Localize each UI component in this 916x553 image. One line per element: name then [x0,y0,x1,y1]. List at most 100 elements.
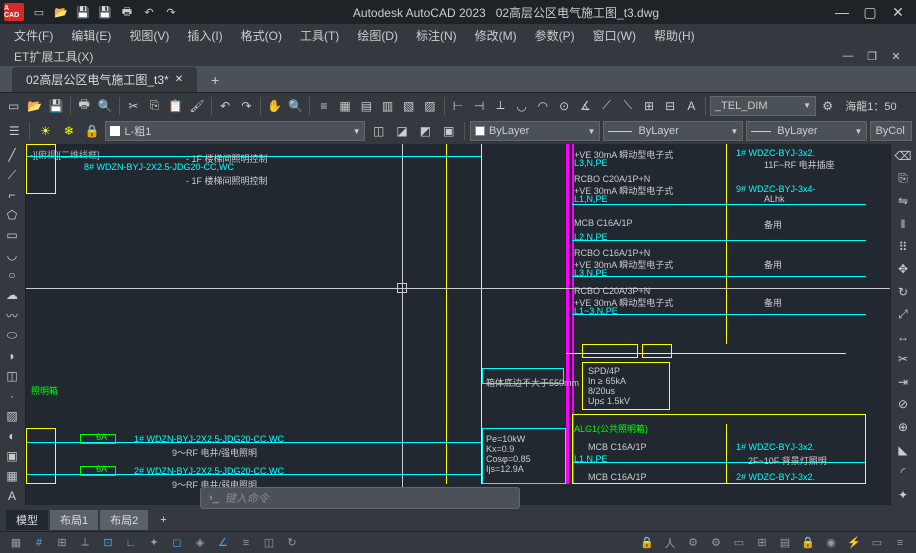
infer-icon[interactable]: ⟂ [75,534,95,552]
menu-window[interactable]: 窗口(W) [585,25,644,46]
layer-b-icon[interactable]: ◪ [392,120,412,142]
lweight-icon[interactable]: ≡ [236,534,256,552]
array-icon[interactable]: ⠿ [891,236,915,257]
maximize-button[interactable]: ▢ [860,2,880,22]
layer-lock-icon[interactable]: 🔒 [82,120,102,142]
menu-edit[interactable]: 编辑(E) [63,25,119,46]
lineweight-combo[interactable]: ByLayer▼ [746,121,867,141]
linetype-combo[interactable]: ByLayer▼ [603,121,743,141]
plot-icon[interactable]: 🖶 [75,95,94,117]
offset-icon[interactable]: ‖ [891,214,915,235]
ortho-icon[interactable]: ∟ [121,534,141,552]
document-tab[interactable]: 02高层公区电气施工图_t3*✕ [12,67,197,92]
stretch-icon[interactable]: ↔ [891,327,915,348]
new-icon[interactable]: ▭ [30,3,48,21]
redo-icon[interactable]: ↷ [162,3,180,21]
erase-icon[interactable]: ⌫ [891,146,915,167]
doc-restore-button[interactable]: ❐ [862,46,882,66]
copy2-icon[interactable]: ⎘ [891,169,915,190]
cut-icon[interactable]: ✂ [124,95,143,117]
preview-icon[interactable]: 🔍 [96,95,115,117]
custom-icon[interactable]: ≡ [890,534,910,552]
anno-auto-icon[interactable]: ⚙ [683,534,703,552]
otrack-icon[interactable]: ∠ [213,534,233,552]
dim3-icon[interactable]: ⟂ [491,95,510,117]
zoom-icon[interactable]: 🔍 [286,95,305,117]
xline-icon[interactable]: ⟋ [0,166,24,184]
save-file-icon[interactable]: 💾 [46,95,65,117]
grid-icon[interactable]: # [29,534,49,552]
join-icon[interactable]: ⊕ [891,417,915,438]
tab-layout1[interactable]: 布局1 [50,510,98,530]
print-icon[interactable]: 🖶 [118,3,136,21]
save-icon[interactable]: 💾 [74,3,92,21]
open-file-icon[interactable]: 📂 [25,95,44,117]
explode-icon[interactable]: ✦ [891,484,915,505]
quickprop-icon[interactable]: ▤ [775,534,795,552]
designcenter-icon[interactable]: ▦ [335,95,354,117]
anno-scale-icon[interactable]: 🔒 [637,534,657,552]
layer-freeze-icon[interactable]: ❄ [59,120,79,142]
monitor-icon[interactable]: ▭ [729,534,749,552]
calc-icon[interactable]: ▨ [420,95,439,117]
dim8-icon[interactable]: ⟋ [597,95,616,117]
menu-file[interactable]: 文件(F) [6,25,61,46]
doc-close-button[interactable]: ✕ [886,46,906,66]
tab-close-icon[interactable]: ✕ [175,74,183,85]
revcloud-icon[interactable]: ☁ [0,286,24,304]
dim7-icon[interactable]: ∡ [576,95,595,117]
dimstyle-combo[interactable]: _TEL_DIM▼ [710,96,816,116]
dim5-icon[interactable]: ◠ [533,95,552,117]
saveas-icon[interactable]: 💾 [96,3,114,21]
cycle-icon[interactable]: ↻ [282,534,302,552]
pan-icon[interactable]: ✋ [265,95,284,117]
menu-parametric[interactable]: 参数(P) [527,25,583,46]
color-combo[interactable]: ByLayer▼ [470,121,601,141]
anno-vis-icon[interactable]: 人 [660,534,680,552]
spline-icon[interactable]: 〰 [0,307,24,325]
pline-icon[interactable]: ⌐ [0,186,24,204]
dim12-icon[interactable]: A [682,95,701,117]
markup-icon[interactable]: ▧ [399,95,418,117]
layer-manager-icon[interactable]: ☰ [4,120,24,142]
copy-icon[interactable]: ⎘ [145,95,164,117]
hardware-icon[interactable]: ⚡ [844,534,864,552]
properties-icon[interactable]: ≡ [314,95,333,117]
plotstyle-combo[interactable]: ByCol [870,121,912,141]
menu-modify[interactable]: 修改(M) [467,25,525,46]
dim1-icon[interactable]: ⊢ [448,95,467,117]
layer-off-icon[interactable]: ☀ [35,120,55,142]
layer-combo[interactable]: L-粗1▼ [105,121,365,141]
ellipse-icon[interactable]: ⬭ [0,327,24,345]
transparency-icon[interactable]: ◫ [259,534,279,552]
trim-icon[interactable]: ✂ [891,349,915,370]
arc-icon[interactable]: ◡ [0,246,24,264]
layer-a-icon[interactable]: ◫ [368,120,388,142]
layer-d-icon[interactable]: ▣ [439,120,459,142]
polar-icon[interactable]: ✦ [144,534,164,552]
dim11-icon[interactable]: ⊟ [661,95,680,117]
toolpalette-icon[interactable]: ▤ [357,95,376,117]
rotate-icon[interactable]: ↻ [891,281,915,302]
dim2-icon[interactable]: ⊣ [470,95,489,117]
menu-tools[interactable]: 工具(T) [292,25,347,46]
text-icon[interactable]: A [0,487,24,505]
mirror-icon[interactable]: ⇋ [891,191,915,212]
dynamic-input-icon[interactable]: ⊡ [98,534,118,552]
layer-c-icon[interactable]: ◩ [415,120,435,142]
open-icon[interactable]: 📂 [52,3,70,21]
line-icon[interactable]: ╱ [0,146,24,164]
menu-view[interactable]: 视图(V) [121,25,177,46]
command-line[interactable]: ›_键入命令 [200,487,520,509]
menu-help[interactable]: 帮助(H) [646,25,703,46]
add-layout-button[interactable]: + [150,512,176,528]
move-icon[interactable]: ✥ [891,259,915,280]
dim9-icon[interactable]: ⟍ [618,95,637,117]
polygon-icon[interactable]: ⬠ [0,206,24,224]
doc-minimize-button[interactable]: — [838,46,858,66]
dimsty-icon[interactable]: ⚙ [818,95,837,117]
isolate-icon[interactable]: ◉ [821,534,841,552]
chamfer-icon[interactable]: ◣ [891,439,915,460]
match-icon[interactable]: 🖌 [188,95,207,117]
3dosnap-icon[interactable]: ◈ [190,534,210,552]
